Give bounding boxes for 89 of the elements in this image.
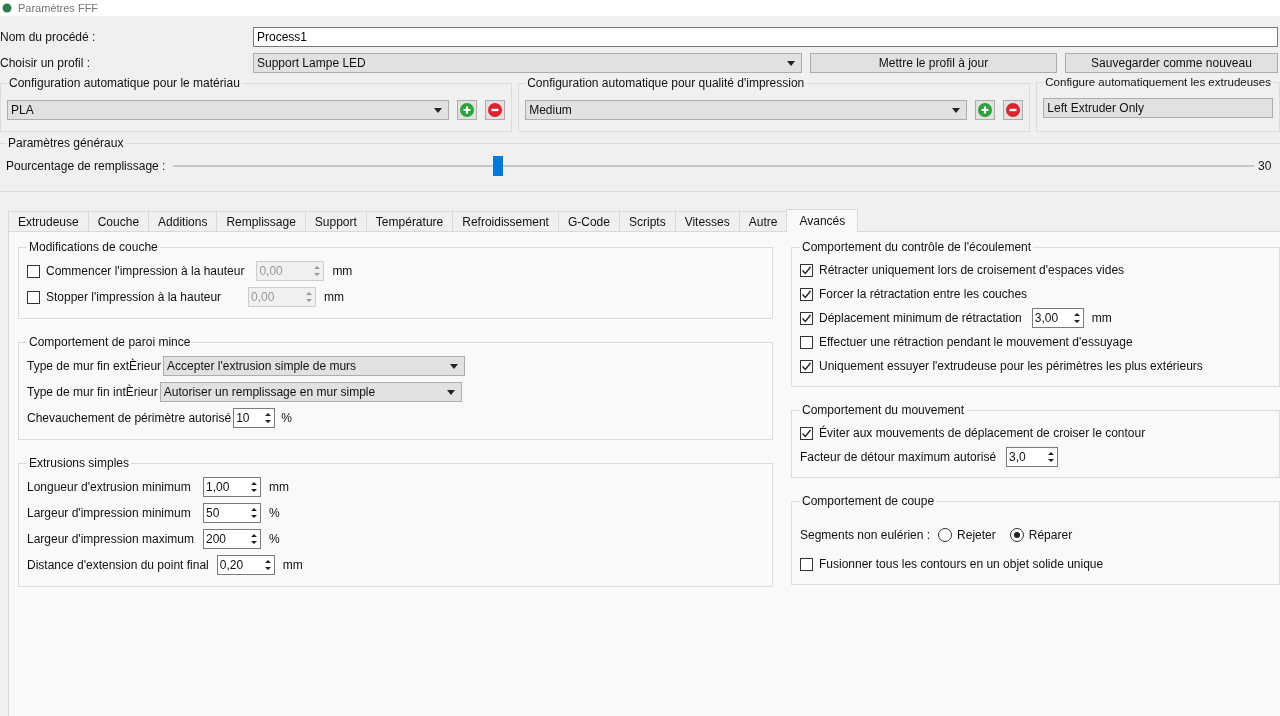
- unit-label: mm: [269, 480, 289, 494]
- preset-dropdown[interactable]: PLA: [7, 100, 450, 120]
- unit-label: mm: [282, 558, 303, 572]
- extruder-field[interactable]: Left Extruder Only: [1043, 98, 1273, 118]
- minus-icon: [488, 103, 503, 117]
- remove-button[interactable]: [485, 100, 506, 120]
- option-label: Fusionner tous les contours en un objet solide unique: [819, 557, 1104, 571]
- group-title: Modifications de couche: [28, 240, 159, 254]
- field-label: Choisir un profil :: [0, 56, 92, 70]
- option-label: Commencer l'impression à la hauteur: [46, 264, 245, 278]
- spin-box[interactable]: 10: [233, 408, 276, 428]
- unit-label: %: [269, 532, 280, 546]
- add-button[interactable]: [457, 100, 478, 120]
- option-label: Éviter aux mouvements de déplacement de croiser le contour: [819, 426, 1146, 440]
- option-label: Chevauchement de périmètre autorisé: [27, 411, 232, 425]
- checkbox[interactable]: [800, 335, 813, 349]
- tab[interactable]: Température: [365, 211, 454, 231]
- profile-button[interactable]: Mettre le profil à jour: [810, 53, 1057, 73]
- unit-label: mm: [1091, 311, 1112, 325]
- group-title: Configuration automatique pour le matériau: [8, 76, 241, 90]
- checkbox[interactable]: [800, 426, 813, 440]
- spin-box[interactable]: 3,0: [1006, 447, 1059, 467]
- unit-label: mm: [332, 264, 353, 278]
- option-label: Type de mur fin extÈrieur: [27, 359, 162, 373]
- preset-dropdown[interactable]: Medium: [525, 100, 968, 120]
- tab[interactable]: Scripts: [618, 211, 676, 231]
- radio-label: Rejeter: [957, 528, 996, 542]
- caret-icon: [787, 60, 795, 66]
- slider-value: 30: [1258, 159, 1273, 173]
- slider-thumb[interactable]: [492, 156, 503, 176]
- wall-type-dropdown[interactable]: Autoriser un remplissage en mur simple: [159, 382, 462, 402]
- group-title: Configuration automatique pour qualité d'impression: [526, 76, 806, 90]
- option-label: Forcer la rétractation entre les couches: [819, 287, 1028, 301]
- checkbox[interactable]: [800, 311, 813, 325]
- tab[interactable]: Extrudeuse: [8, 211, 89, 231]
- option-label: Stopper l'impression à la hauteur: [46, 290, 223, 304]
- wall-type-dropdown[interactable]: Accepter l'extrusion simple de murs: [163, 356, 466, 376]
- radio-label: Réparer: [1028, 528, 1073, 542]
- group-title: Paramètres généraux: [7, 136, 125, 150]
- group-title: Extrusions simples: [28, 456, 131, 470]
- option-label: Largeur d'impression maximum: [27, 532, 195, 546]
- unit-label: mm: [324, 290, 344, 304]
- group-title: Comportement de coupe: [801, 494, 936, 508]
- tab[interactable]: Avancés: [786, 209, 859, 232]
- slider-label: Pourcentage de remplissage :: [6, 159, 166, 173]
- group-title: Comportement de paroi mince: [28, 335, 192, 349]
- option-label: Type de mur fin intÈrieur: [27, 385, 158, 399]
- field-label: Nom du procédé :: [0, 30, 97, 44]
- option-label: Effectuer une rétraction pendant le mouvement d'essuyage: [819, 335, 1133, 349]
- option-label: Distance d'extension du point final: [27, 558, 209, 572]
- tab[interactable]: Remplissage: [216, 211, 306, 231]
- spin-box[interactable]: 0,20: [216, 555, 275, 575]
- tab[interactable]: Support: [304, 211, 367, 231]
- spin-box[interactable]: 200: [203, 529, 261, 549]
- minus-icon: [1006, 103, 1021, 117]
- unit-label: %: [281, 411, 292, 425]
- option-label: Uniquement essuyer l'extrudeuse pour les périmètres les plus extérieurs: [819, 359, 1203, 373]
- group-title: Configure automatiquement les extrudeuses: [1044, 76, 1272, 88]
- app-icon: [2, 3, 12, 13]
- option-label: Longueur d'extrusion minimum: [27, 480, 192, 494]
- profile-button[interactable]: Sauvegarder comme nouveau: [1065, 53, 1278, 73]
- option-label: Facteur de détour maximum autorisé: [800, 450, 997, 464]
- plus-icon: [460, 103, 475, 117]
- spin-box[interactable]: 50: [203, 503, 261, 523]
- add-button[interactable]: [975, 100, 996, 120]
- group-title: Comportement du mouvement: [801, 403, 966, 417]
- checkbox[interactable]: [800, 287, 813, 301]
- window-title: Paramètres FFF: [18, 2, 99, 14]
- option-label: Déplacement minimum de rétractation: [819, 311, 1022, 325]
- process-name-field[interactable]: Process1: [253, 27, 1278, 47]
- caret-icon: [446, 389, 455, 395]
- caret-icon: [450, 363, 459, 369]
- option-label: Segments non eulérien :: [800, 528, 931, 542]
- caret-icon: [434, 107, 443, 113]
- option-label: Largeur d'impression minimum: [27, 506, 192, 520]
- option-label: Rétracter uniquement lors de croisement d'espaces vides: [819, 263, 1125, 277]
- group-title: Comportement du contrôle de l'écoulement: [801, 240, 1033, 254]
- spin-box[interactable]: 1,00: [203, 477, 261, 497]
- checkbox[interactable]: [800, 359, 813, 373]
- caret-icon: [952, 107, 961, 113]
- plus-icon: [978, 103, 993, 117]
- radio-button[interactable]: [1009, 528, 1024, 542]
- unit-label: %: [269, 506, 280, 520]
- radio-button[interactable]: [938, 528, 953, 542]
- profile-dropdown[interactable]: Support Lampe LED: [253, 53, 802, 73]
- spin-box[interactable]: 3,00: [1031, 308, 1084, 328]
- remove-button[interactable]: [1003, 100, 1024, 120]
- checkbox[interactable]: [800, 263, 813, 277]
- checkbox[interactable]: [800, 557, 813, 571]
